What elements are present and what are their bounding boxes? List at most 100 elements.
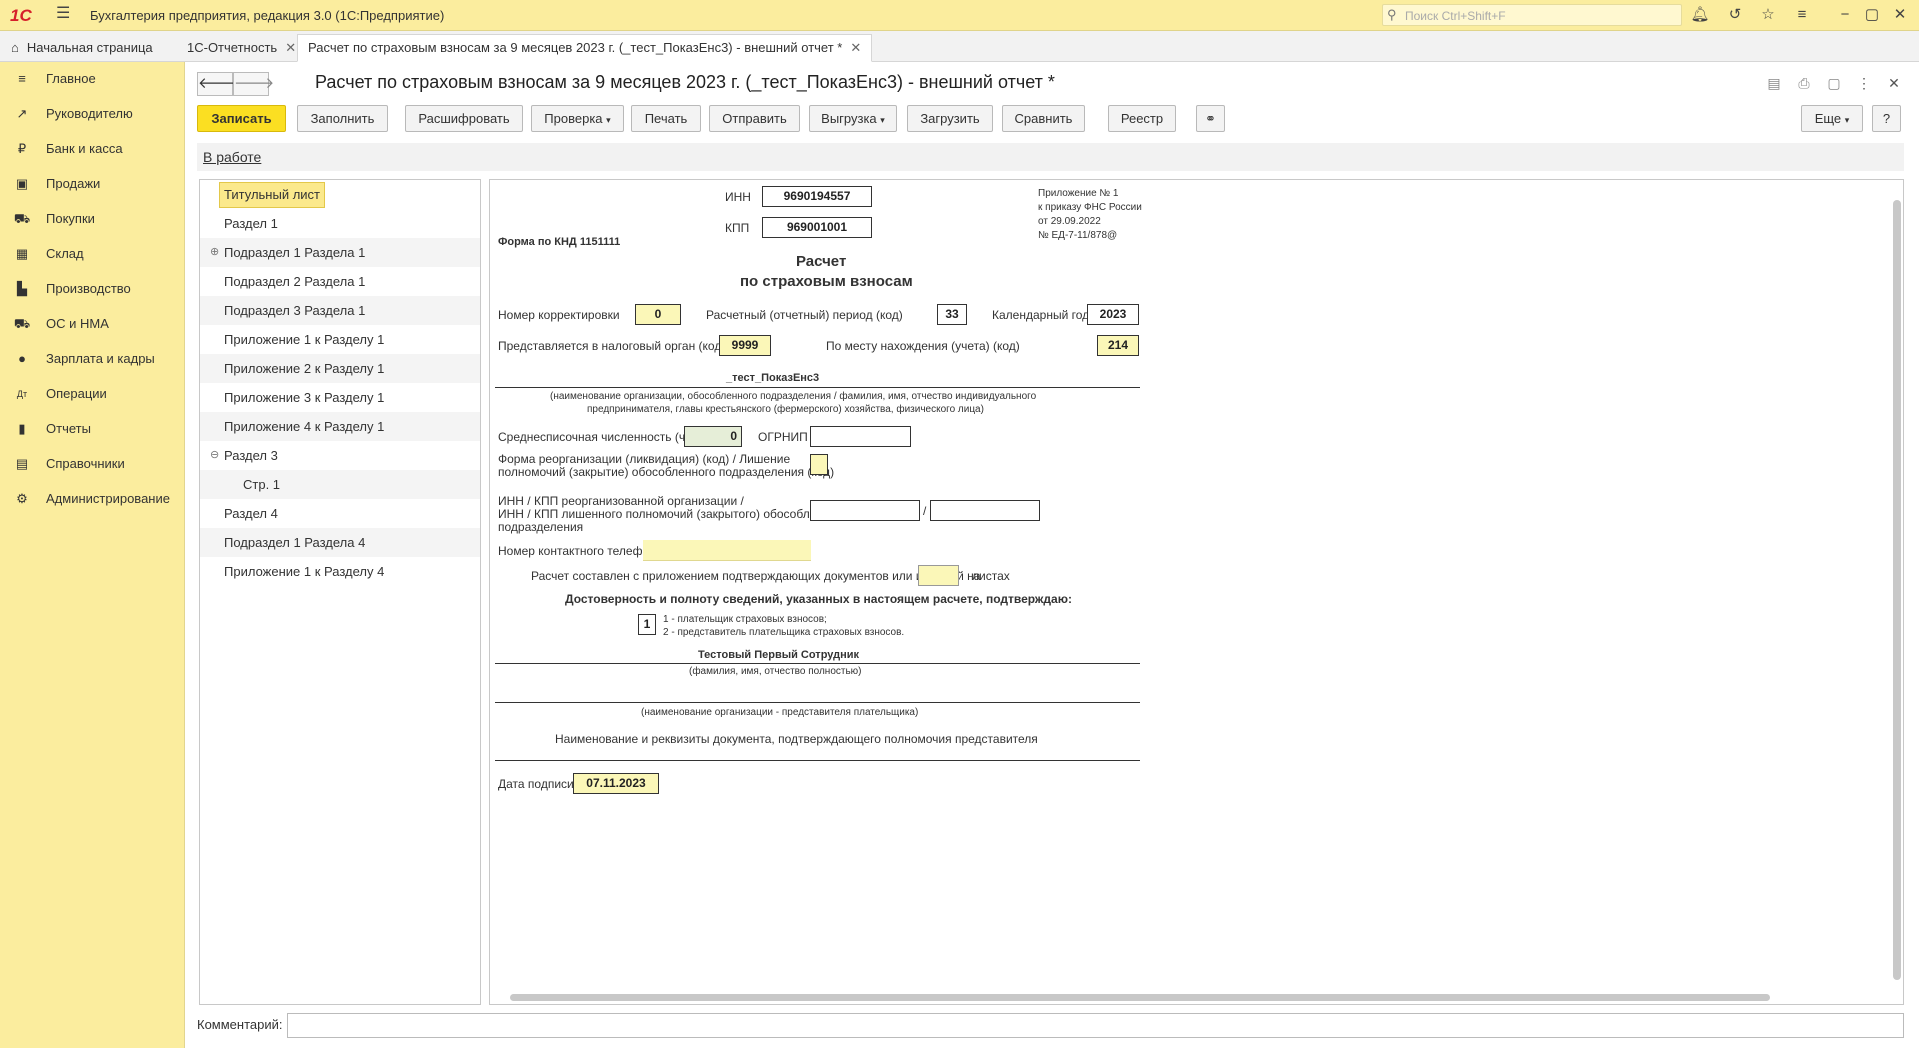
compare-button[interactable]: Сравнить [1002,105,1085,132]
knd-label: Форма по КНД 1151111 [498,236,621,248]
collapse-icon[interactable]: ⊖ [210,441,219,470]
debit-credit-icon: Дт [16,389,28,399]
sidebar-item-assets[interactable]: ⛟ ОС и НМА [0,307,185,341]
sidebar-item-warehouse[interactable]: ▦ Склад [0,237,185,271]
sidebar-item-main[interactable]: ≡ Главное [0,62,185,96]
sidebar-item-sales[interactable]: ▣ Продажи [0,167,185,201]
period-field[interactable]: 33 [937,304,967,325]
app-title: Бухгалтерия предприятия, редакция 3.0 (1… [90,8,445,23]
save-button[interactable]: Записать [197,105,286,132]
status-link[interactable]: В работе [203,149,261,165]
close-icon[interactable]: ✕ [1883,72,1905,94]
tree-item[interactable]: Приложение 2 к Разделу 1 [200,354,480,383]
correction-label: Номер корректировки [498,308,620,322]
maximize-icon[interactable]: ▢ [1862,5,1882,25]
tree-item[interactable]: Подраздел 2 Раздела 1 [200,267,480,296]
sidebar-item-manager[interactable]: ↗ Руководителю [0,97,185,131]
appendix-line: к приказу ФНС России [1038,202,1142,213]
horizontal-scrollbar[interactable] [510,994,1770,1001]
rep-underline [495,702,1140,703]
expand-icon[interactable]: ⊕ [210,238,219,267]
tree-item[interactable]: Раздел 4 [200,499,480,528]
sidebar-item-label: Зарплата и кадры [46,351,155,366]
reorg-kpp-field[interactable] [930,500,1040,521]
tree-item-label: Раздел 4 [224,506,278,521]
main-menu-icon[interactable]: ☰ [56,6,72,22]
org-caption: предпринимателя, главы крестьянского (фе… [587,404,984,415]
tree-item[interactable]: Подраздел 3 Раздела 1 [200,296,480,325]
comment-input[interactable] [287,1013,1904,1038]
vertical-scrollbar[interactable] [1893,200,1901,980]
ogrnip-field[interactable] [810,426,911,447]
tree-item[interactable]: ⊖ Раздел 3 [200,441,480,470]
headcount-field[interactable]: 0 [684,426,742,447]
back-button[interactable]: 🡐 [197,72,238,96]
kpp-field[interactable]: 969001001 [762,217,872,238]
preview-icon[interactable]: ▢ [1823,72,1845,94]
tab-home[interactable]: ⌂ Начальная страница [0,34,164,62]
check-dropdown-button[interactable]: Проверка ▾ [531,105,624,132]
fill-button[interactable]: Заполнить [297,105,388,132]
sidebar-item-catalogs[interactable]: ▤ Справочники [0,447,185,481]
tree-item[interactable]: Приложение 1 к Разделу 1 [200,325,480,354]
save-icon[interactable]: ▤ [1763,72,1785,94]
sidebar-item-purchases[interactable]: ⛟ Покупки [0,202,185,236]
inn-field[interactable]: 9690194557 [762,186,872,207]
print-button[interactable]: Печать [631,105,701,132]
attach-button[interactable]: ⚭ [1196,105,1225,132]
close-tab-icon[interactable]: ✕ [285,40,296,55]
tree-item[interactable]: Титульный лист [200,180,480,209]
send-button[interactable]: Отправить [709,105,800,132]
export-dropdown-button[interactable]: Выгрузка ▾ [809,105,897,132]
decode-button[interactable]: Расшифровать [405,105,523,132]
phone-field[interactable] [643,540,811,561]
signer-code-field[interactable]: 1 [638,614,656,635]
bell-icon[interactable]: 🔔︎ [1690,5,1710,25]
tree-item[interactable]: Приложение 4 к Разделу 1 [200,412,480,441]
sidebar-item-label: Справочники [46,456,125,471]
history-icon[interactable]: ↺ [1725,5,1745,25]
search-input[interactable]: ⚲ Поиск Ctrl+Shift+F [1382,4,1682,26]
registry-button[interactable]: Реестр [1108,105,1176,132]
sidebar-item-operations[interactable]: Дт Операции [0,377,185,411]
print-icon[interactable]: ⎙ [1793,72,1815,94]
more-options-icon[interactable]: ⋮ [1853,72,1875,94]
tree-item[interactable]: ⊕ Подраздел 1 Раздела 1 [200,238,480,267]
sidebar-item-label: Руководителю [46,106,133,121]
tree-item[interactable]: Приложение 1 к Разделу 4 [200,557,480,586]
pages-field[interactable] [918,565,959,586]
reorg-field[interactable] [810,454,828,475]
button-label: Выгрузка [821,111,877,126]
location-field[interactable]: 214 [1097,335,1139,356]
sidebar-item-admin[interactable]: ⚙ Администрирование [0,482,185,516]
settings-menu-icon[interactable]: ≡ [1792,5,1812,25]
sidebar-item-payroll[interactable]: ● Зарплата и кадры [0,342,185,376]
tax-org-field[interactable]: 9999 [719,335,771,356]
tree-item[interactable]: Подраздел 1 Раздела 4 [200,528,480,557]
close-tab-icon[interactable]: ✕ [850,40,861,55]
correction-field[interactable]: 0 [635,304,681,325]
slash-separator: / [923,504,927,518]
app-logo: 1С [10,6,32,25]
close-window-icon[interactable]: ✕ [1890,5,1910,25]
minimize-icon[interactable]: − [1835,5,1855,25]
tree-item-label: Приложение 2 к Разделу 1 [224,361,385,376]
sidebar-item-bank[interactable]: ₽ Банк и касса [0,132,185,166]
sidebar-item-label: Отчеты [46,421,91,436]
date-field[interactable]: 07.11.2023 [573,773,659,794]
tab-1c-reporting[interactable]: 1С-Отчетность ✕ [176,34,307,62]
tab-report[interactable]: Расчет по страховым взносам за 9 месяцев… [297,34,873,62]
forward-button[interactable]: 🡒 [233,72,274,96]
tree-item[interactable]: Приложение 3 к Разделу 1 [200,383,480,412]
tree-item[interactable]: Раздел 1 [200,209,480,238]
year-field[interactable]: 2023 [1087,304,1139,325]
tree-item[interactable]: Стр. 1 [200,470,480,499]
load-button[interactable]: Загрузить [907,105,993,132]
sidebar-item-reports[interactable]: ▮ Отчеты [0,412,185,446]
help-button[interactable]: ? [1872,105,1901,132]
more-dropdown-button[interactable]: Еще ▾ [1801,105,1863,132]
reorg-inn-field[interactable] [810,500,920,521]
star-icon[interactable]: ☆ [1758,5,1778,25]
sidebar-item-production[interactable]: ▙ Производство [0,272,185,306]
warehouse-icon: ▦ [15,246,29,261]
